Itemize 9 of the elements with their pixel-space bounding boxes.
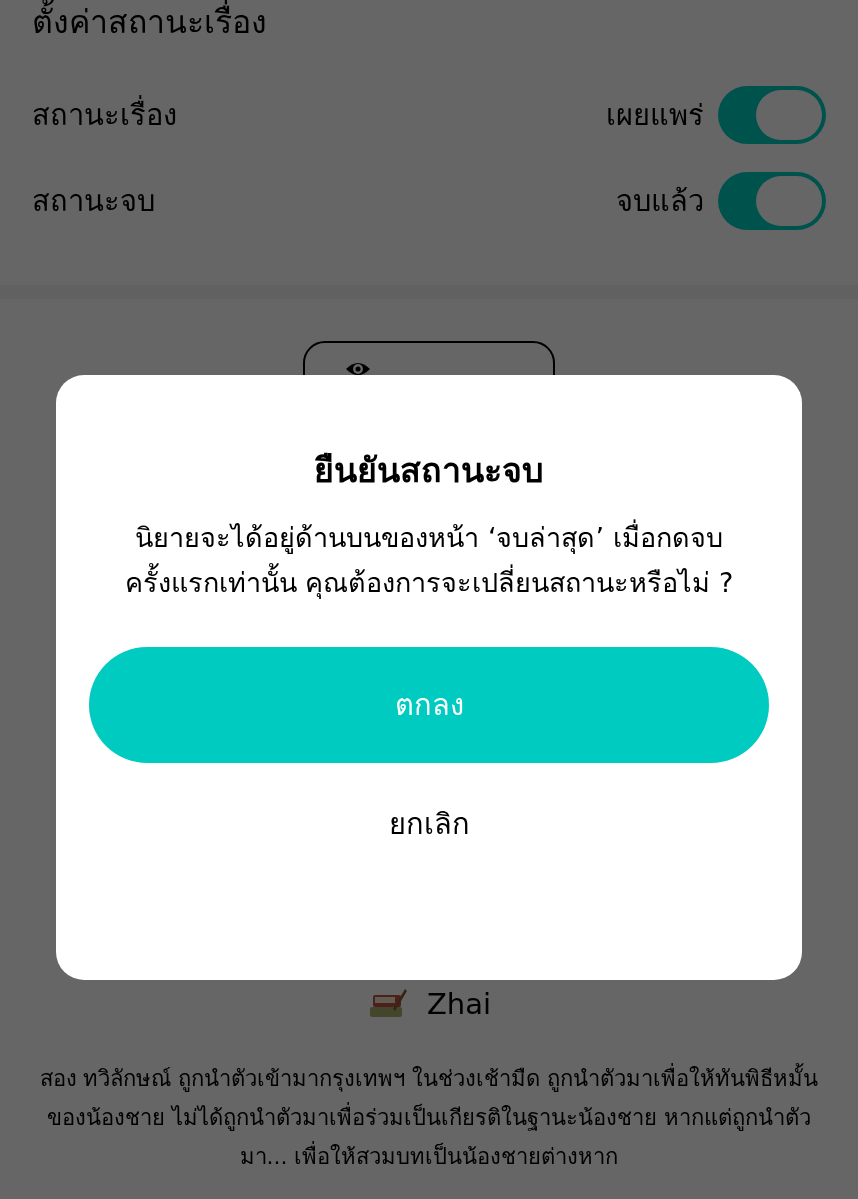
- setting-label: สถานะเรื่อง: [32, 94, 177, 134]
- cancel-button[interactable]: ยกเลิก: [372, 793, 486, 855]
- dialog-title: ยืนยันสถานะจบ: [314, 449, 544, 492]
- setting-value: จบแล้ว: [616, 182, 704, 220]
- author-name: Zhai: [426, 987, 492, 1021]
- synopsis-text: สอง ทวิลักษณ์ ถูกนำตัวเข้ามากรุงเทพฯ ในช่วงเช้ามืด ถูกนำตัวมาเพื่อให้ทันพิธีหมั้นของน้องชาย ไม่ได้ถูกนำตัวมาเพื่อร่วมเป็นเกียรติในฐานะน้องชาย หากแต่ถูกนำตัวมา... เพื่อให้สวมบทเป็นน้องชายต่างหาก: [28, 1059, 830, 1176]
- dialog-message: นิยายจะได้อยู่ด้านบนของหน้า ‘จบล่าสุด’ เมื่อกดจบครั้งแรกเท่านั้น คุณต้องการจะเปลี่ยนสถานะหรือไม่ ?: [124, 515, 734, 605]
- setting-value: เผยแพร่: [606, 96, 704, 134]
- setting-label: สถานะจบ: [32, 182, 155, 220]
